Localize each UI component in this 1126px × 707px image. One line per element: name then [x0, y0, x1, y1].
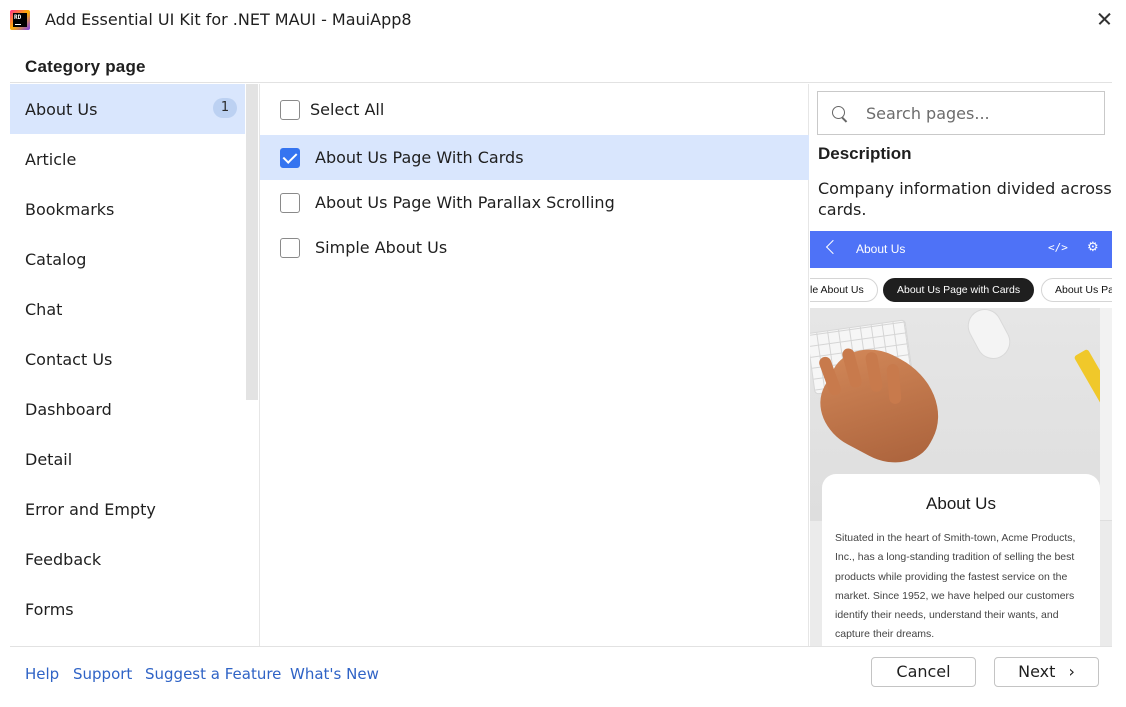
category-list-scrollbar[interactable] [246, 84, 258, 400]
search-box[interactable] [817, 91, 1105, 135]
category-item-dashboard[interactable]: Dashboard [10, 384, 245, 434]
page-checkbox-checked[interactable] [280, 148, 300, 168]
page-row-about-us-parallax[interactable]: About Us Page With Parallax Scrolling [260, 180, 809, 225]
category-item-contact-us[interactable]: Contact Us [10, 334, 245, 384]
category-item-forms[interactable]: Forms [10, 584, 245, 634]
preview-chip-active: About Us Page with Cards [883, 278, 1035, 302]
select-all-checkbox[interactable] [280, 100, 300, 120]
category-label: Chat [25, 299, 63, 319]
select-all-label: Select All [310, 100, 385, 119]
rider-logo-icon: RD [10, 10, 30, 30]
category-label: Detail [25, 449, 73, 469]
page-row-about-us-cards[interactable]: About Us Page With Cards [260, 135, 809, 180]
description-text: Company information divided across cards… [818, 179, 1112, 219]
gear-icon: ⚙ [1087, 240, 1099, 255]
chevron-right-icon: › [1068, 662, 1075, 681]
page-label: About Us Page With Parallax Scrolling [315, 193, 615, 212]
category-item-about-us[interactable]: About Us 1 [10, 84, 245, 134]
category-label: Article [25, 149, 77, 169]
page-row-simple-about-us[interactable]: Simple About Us [260, 225, 809, 270]
category-item-detail[interactable]: Detail [10, 434, 245, 484]
page-label: Simple About Us [315, 238, 448, 257]
code-icon: </> [1048, 241, 1068, 254]
category-item-error-and-empty[interactable]: Error and Empty [10, 484, 245, 534]
category-label: Contact Us [25, 349, 113, 369]
category-label: Bookmarks [25, 199, 115, 219]
preview-card-text: Situated in the heart of Smith-town, Acm… [835, 532, 1076, 641]
cancel-button[interactable]: Cancel [871, 657, 976, 687]
back-arrow-icon [825, 239, 841, 255]
category-label: About Us [25, 99, 98, 119]
section-title: Category page [25, 57, 146, 76]
window-title: Add Essential UI Kit for .NET MAUI - Mau… [45, 10, 412, 29]
details-panel: Description Company information divided … [810, 84, 1126, 646]
top-divider [10, 82, 1112, 83]
support-link[interactable]: Support [73, 665, 132, 683]
page-label: About Us Page With Cards [315, 148, 524, 167]
category-count-badge: 1 [213, 98, 237, 118]
preview-card-title: About Us [926, 494, 996, 513]
category-label: Forms [25, 599, 74, 619]
category-label: Error and Empty [25, 499, 156, 519]
category-label: Feedback [25, 549, 102, 569]
search-input[interactable] [866, 100, 1096, 126]
next-button-label: Next [1018, 662, 1056, 681]
category-item-feedback[interactable]: Feedback [10, 534, 245, 584]
description-heading: Description [818, 144, 912, 163]
page-preview-image: About Us </> ⚙ le About Us About Us Page… [810, 231, 1112, 646]
suggest-feature-link[interactable]: Suggest a Feature [145, 665, 281, 683]
category-list: About Us 1 Article Bookmarks Catalog Cha… [10, 84, 260, 646]
preview-chip: le About Us [810, 278, 878, 302]
bottom-divider [10, 646, 1112, 647]
help-link[interactable]: Help [25, 665, 59, 683]
preview-scrollbar [1100, 308, 1112, 520]
title-bar: RD Add Essential UI Kit for .NET MAUI - … [0, 0, 1126, 40]
close-icon[interactable] [1094, 8, 1116, 30]
preview-chip: About Us Pa [1041, 278, 1112, 302]
category-item-catalog[interactable]: Catalog [10, 234, 245, 284]
page-checkbox[interactable] [280, 238, 300, 258]
preview-header: About Us </> ⚙ [810, 231, 1112, 268]
mouse-illustration [961, 308, 1017, 365]
pages-panel: Select All About Us Page With Cards Abou… [260, 84, 809, 646]
category-item-bookmarks[interactable]: Bookmarks [10, 184, 245, 234]
category-label: Catalog [25, 249, 87, 269]
preview-header-title: About Us [856, 242, 906, 256]
whats-new-link[interactable]: What's New [290, 665, 379, 683]
preview-chip-bar: le About Us About Us Page with Cards Abo… [810, 268, 1112, 308]
preview-card: About Us Situated in the heart of Smith-… [822, 474, 1100, 646]
category-label: Dashboard [25, 399, 112, 419]
page-checkbox[interactable] [280, 193, 300, 213]
category-item-chat[interactable]: Chat [10, 284, 245, 334]
category-item-article[interactable]: Article [10, 134, 245, 184]
next-button[interactable]: Next › [994, 657, 1099, 687]
select-all-row[interactable]: Select All [260, 87, 809, 132]
search-icon [832, 106, 848, 122]
